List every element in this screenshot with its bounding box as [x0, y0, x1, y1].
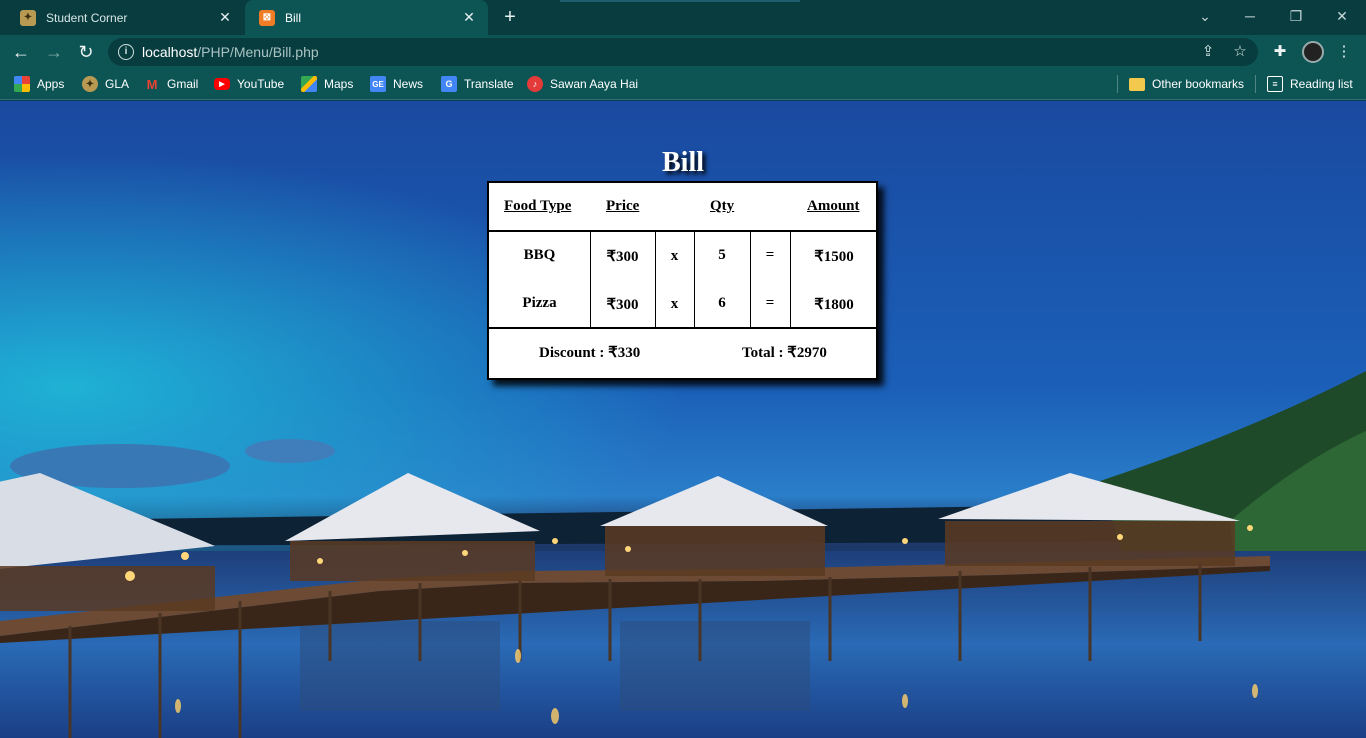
- folder-icon: [1129, 77, 1145, 91]
- bookmarks-separator: [1255, 75, 1256, 93]
- bookmark-gmail[interactable]: M Gmail: [144, 76, 199, 92]
- bookmark-label: Apps: [37, 77, 65, 91]
- menu-dots-icon[interactable]: ⋮: [1334, 42, 1354, 62]
- bookmark-label: Gmail: [167, 77, 199, 91]
- equals-sign: =: [765, 295, 775, 311]
- new-tab-button[interactable]: +: [500, 7, 520, 27]
- student-corner-favicon-icon: ✦: [20, 9, 36, 26]
- back-arrow-icon[interactable]: ←: [9, 40, 33, 64]
- header-qty: Qty: [710, 198, 735, 214]
- bookmark-gla[interactable]: ✦ GLA: [82, 76, 129, 92]
- bookmark-maps[interactable]: Maps: [301, 76, 353, 92]
- maps-icon: [301, 76, 317, 92]
- tab-strip-marker: [560, 0, 800, 2]
- url-text[interactable]: localhost/PHP/Menu/Bill.php: [142, 44, 319, 60]
- tab-search-chevron-icon[interactable]: ⌄: [1193, 6, 1217, 26]
- total-text: Total : ₹2970: [742, 345, 827, 361]
- url-path: /PHP/Menu/Bill.php: [197, 44, 319, 60]
- bookmark-news[interactable]: GE News: [370, 76, 423, 92]
- header-price: Price: [606, 198, 640, 214]
- gla-icon: ✦: [82, 76, 98, 92]
- qty-cell: 5: [718, 247, 726, 263]
- amount-cell: ₹1500: [814, 249, 854, 265]
- reading-list-icon: ≡: [1267, 76, 1283, 92]
- bookmarks-separator: [1117, 75, 1118, 93]
- reload-icon[interactable]: ↻: [74, 40, 98, 64]
- times-sign: x: [670, 296, 679, 312]
- bookmark-label: Sawan Aaya Hai: [550, 77, 639, 91]
- bookmarks-bar: Apps ✦ GLA M Gmail ▶ YouTube Maps GE New…: [0, 69, 1366, 100]
- share-icon[interactable]: ⇪: [1198, 42, 1218, 62]
- bookmark-label: Maps: [324, 77, 354, 91]
- column-divider: [655, 232, 656, 329]
- youtube-icon: ▶: [214, 78, 230, 90]
- bill-items: BBQ ₹300 x 5 = ₹1500 Pizza ₹300 x 6 = ₹1…: [489, 232, 876, 329]
- discount-text: Discount : ₹330: [539, 345, 641, 361]
- amount-cell: ₹1800: [814, 297, 854, 313]
- tab-title: Bill: [285, 10, 302, 25]
- bookmark-translate[interactable]: G Translate: [441, 76, 514, 92]
- address-bar[interactable]: i localhost/PHP/Menu/Bill.php ⇪ ☆: [108, 38, 1258, 66]
- header-amount: Amount: [807, 198, 860, 214]
- qty-cell: 6: [718, 295, 726, 311]
- bookmark-label: Translate: [464, 77, 514, 91]
- close-icon[interactable]: ✕: [462, 10, 476, 24]
- restore-icon[interactable]: ❐: [1284, 6, 1308, 26]
- gmail-icon: M: [146, 76, 158, 92]
- extensions-puzzle-icon[interactable]: ✚: [1270, 42, 1290, 62]
- bill-footer-row: Discount : ₹330 Total : ₹2970: [489, 329, 876, 376]
- minimize-icon[interactable]: ─: [1238, 6, 1262, 26]
- equals-sign: =: [765, 247, 775, 263]
- bookmark-label: News: [393, 77, 424, 91]
- bookmark-label: Other bookmarks: [1152, 77, 1245, 91]
- price-cell: ₹300: [606, 297, 639, 313]
- page-viewport: Bill Food Type Price Qty Amount BBQ ₹300…: [0, 101, 1366, 738]
- forward-arrow-icon[interactable]: →: [42, 40, 66, 64]
- music-icon: ♪: [527, 76, 543, 92]
- news-icon: GE: [370, 76, 386, 92]
- toolbar: ← → ↻ i localhost/PHP/Menu/Bill.php ⇪ ☆ …: [0, 35, 1366, 69]
- food-cell: Pizza: [522, 295, 557, 311]
- close-window-icon[interactable]: ✕: [1330, 6, 1354, 26]
- bill-table: Food Type Price Qty Amount BBQ ₹300 x 5 …: [487, 181, 878, 380]
- url-host: localhost: [142, 44, 198, 60]
- bookmark-label: Reading list: [1290, 77, 1353, 91]
- apps-grid-icon: [14, 76, 30, 92]
- tab-student-corner[interactable]: ✦ Student Corner ✕: [0, 0, 244, 35]
- page-title: Bill: [661, 147, 704, 178]
- translate-icon: G: [441, 76, 457, 92]
- price-cell: ₹300: [606, 249, 639, 265]
- bookmark-other[interactable]: Other bookmarks: [1129, 76, 1244, 92]
- header-food-type: Food Type: [504, 198, 572, 214]
- times-sign: x: [670, 248, 679, 264]
- bookmark-youtube[interactable]: ▶ YouTube: [214, 76, 284, 92]
- bookmark-apps[interactable]: Apps: [14, 76, 64, 92]
- tab-bill[interactable]: ⊠ Bill ✕: [245, 0, 488, 35]
- bill-header-row: Food Type Price Qty Amount: [489, 183, 876, 232]
- close-icon[interactable]: ✕: [218, 10, 232, 24]
- xampp-favicon-icon: ⊠: [259, 9, 275, 26]
- reading-list[interactable]: ≡ Reading list: [1267, 76, 1353, 92]
- tab-title: Student Corner: [46, 10, 128, 25]
- food-cell: BBQ: [523, 247, 556, 263]
- bookmark-label: YouTube: [237, 77, 285, 91]
- bookmark-sawan-aaya-hai[interactable]: ♪ Sawan Aaya Hai: [527, 76, 638, 92]
- bookmark-label: GLA: [105, 77, 130, 91]
- site-info-icon[interactable]: i: [118, 44, 134, 60]
- tab-strip: ✦ Student Corner ✕ ⊠ Bill ✕ + ⌄ ─ ❐ ✕: [0, 0, 1366, 35]
- profile-avatar[interactable]: [1302, 41, 1324, 63]
- bookmark-star-icon[interactable]: ☆: [1230, 42, 1250, 62]
